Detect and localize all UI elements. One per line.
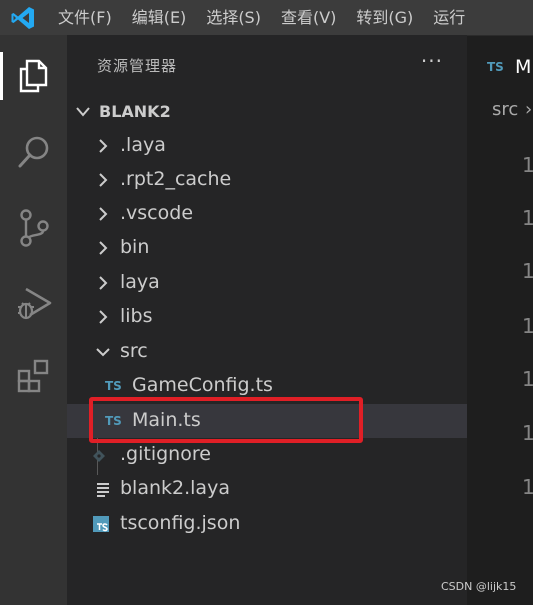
chevron-right-icon [99, 310, 108, 324]
tree-item-tsconfig[interactable]: tsconfig.json [67, 507, 467, 541]
editor-tab-bar: TS M [467, 35, 533, 86]
tree-item-libs[interactable]: libs [67, 300, 467, 334]
tree-item-rpt2-cache[interactable]: .rpt2_cache [67, 163, 467, 197]
tree-item-label: .gitignore [120, 443, 211, 465]
tree-item-src[interactable]: src [67, 335, 467, 369]
line-number: 1 [522, 421, 533, 445]
typescript-file-icon: TS [105, 379, 122, 393]
tree-item-label: blank2.laya [120, 477, 230, 499]
tree-item-label: src [120, 340, 148, 362]
workspace-root-label: BLANK2 [99, 102, 171, 121]
line-number: 1 [522, 367, 533, 391]
activity-bar [0, 35, 67, 605]
editor-tab-label: M [515, 56, 532, 78]
chevron-right-icon [99, 139, 108, 153]
chevron-right-icon [99, 207, 108, 221]
editor-pane: TS M src › 1 1 1 1 1 1 1 [467, 35, 533, 605]
menu-view[interactable]: 查看(V) [269, 0, 344, 35]
tree-item-label: .rpt2_cache [120, 168, 232, 190]
explorer-icon[interactable] [0, 48, 67, 104]
chevron-right-icon [99, 241, 108, 255]
text-file-icon [97, 483, 109, 497]
editor-tab-main[interactable]: TS M [467, 35, 533, 86]
typescript-file-icon: TS [487, 60, 504, 74]
more-actions-button[interactable]: ··· [421, 49, 443, 73]
explorer-sidebar: 资源管理器 ··· BLANK2 .laya .rpt2_cache .vsco… [67, 35, 467, 605]
line-number: 1 [522, 206, 533, 230]
vscode-logo-icon [0, 0, 46, 35]
highlight-annotation-box [89, 397, 363, 443]
explorer-title: 资源管理器 [97, 57, 178, 75]
menu-edit[interactable]: 编辑(E) [120, 0, 195, 35]
extensions-icon[interactable] [0, 348, 67, 404]
tree-item-vscode[interactable]: .vscode [67, 197, 467, 231]
menu-file[interactable]: 文件(F) [46, 0, 120, 35]
chevron-right-icon [99, 276, 108, 290]
tree-item-label: laya [120, 271, 160, 293]
tree-item-label: .vscode [120, 202, 194, 224]
tsconfig-file-icon [93, 516, 109, 532]
line-number: 1 [522, 153, 533, 177]
watermark: CSDN @lijk15 [441, 580, 517, 593]
chevron-down-icon [76, 107, 90, 117]
tree-item-label: bin [120, 236, 150, 258]
line-number: 1 [522, 314, 533, 338]
line-number: 1 [522, 259, 533, 283]
tree-item-gitignore[interactable]: .gitignore [67, 438, 467, 472]
breadcrumb-src[interactable]: src [492, 99, 518, 120]
workspace-root[interactable]: BLANK2 [67, 97, 467, 127]
search-icon[interactable] [0, 124, 67, 180]
tree-item-label: libs [120, 305, 153, 327]
tree-item-label: .laya [120, 134, 166, 156]
tree-item-blank2-laya[interactable]: blank2.laya [67, 472, 467, 506]
chevron-right-icon [99, 173, 108, 187]
line-number: 1 [522, 475, 533, 499]
tree-item-laya-dot[interactable]: .laya [67, 129, 467, 163]
menu-run[interactable]: 运行 [421, 0, 473, 35]
breadcrumb: src › [467, 87, 533, 132]
tree-item-label: GameConfig.ts [132, 374, 273, 396]
chevron-down-icon [96, 348, 110, 357]
menu-bar: 文件(F) 编辑(E) 选择(S) 查看(V) 转到(G) 运行 [0, 0, 533, 35]
tree-item-laya[interactable]: laya [67, 266, 467, 300]
menu-selection[interactable]: 选择(S) [194, 0, 269, 35]
git-file-icon [93, 450, 105, 462]
tree-item-bin[interactable]: bin [67, 231, 467, 265]
run-debug-icon[interactable] [0, 275, 67, 331]
tree-item-label: tsconfig.json [120, 512, 241, 534]
breadcrumb-separator-icon: › [525, 99, 533, 120]
menu-go[interactable]: 转到(G) [344, 0, 421, 35]
source-control-icon[interactable] [0, 200, 67, 256]
